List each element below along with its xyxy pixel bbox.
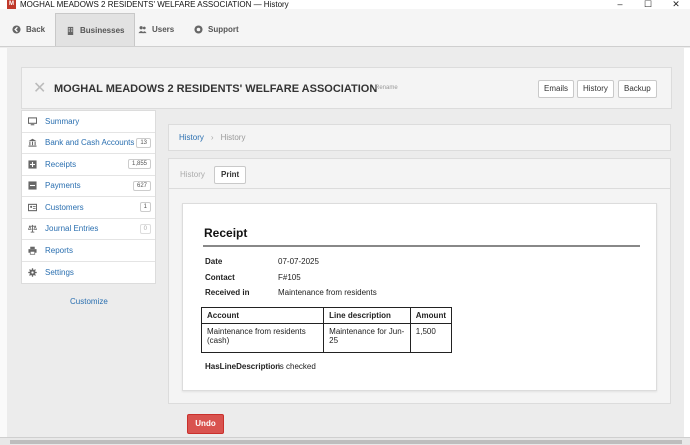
back-label: Back <box>26 25 46 34</box>
history-button[interactable]: History <box>577 80 614 98</box>
backup-button[interactable]: Backup <box>618 80 657 98</box>
sidebar-item-label: Customers <box>45 202 84 212</box>
support-label: Support <box>208 25 239 34</box>
main-toolbar: Back Businesses Users Support <box>0 9 690 47</box>
sidebar-nav: Summary Bank and Cash Accounts 13 Receip… <box>21 110 156 284</box>
app-logo-icon: M <box>7 0 16 9</box>
customize-link[interactable]: Customize <box>70 297 108 306</box>
column-header-account: Account <box>200 307 325 324</box>
cell-account: Maintenance from residents (cash) <box>200 323 325 353</box>
sidebar-item-settings[interactable]: Settings <box>22 262 155 284</box>
printer-icon <box>28 246 37 255</box>
count-badge: 0 <box>139 223 151 234</box>
horizontal-scrollbar[interactable] <box>0 437 690 445</box>
businesses-button[interactable]: Businesses <box>55 13 136 46</box>
scrollbar-thumb[interactable] <box>10 440 682 444</box>
window-controls: – ☐ ✕ <box>606 0 690 9</box>
right-edge <box>684 48 690 437</box>
count-badge: 13 <box>136 137 151 148</box>
sidebar-item-receipts[interactable]: Receipts 1,855 <box>22 154 155 176</box>
has-line-description-label: HasLineDescription <box>205 362 281 371</box>
building-icon <box>67 26 74 35</box>
receipt-card: Receipt Date 07-07-2025 Contact F#105 Re… <box>182 203 657 391</box>
sidebar-item-label: Settings <box>45 267 74 277</box>
divider <box>203 245 640 247</box>
users-label: Users <box>152 25 175 34</box>
sidebar-item-label: Reports <box>45 245 74 255</box>
emails-button[interactable]: Emails <box>538 80 575 98</box>
plus-icon <box>28 160 37 169</box>
contact-label: Contact <box>205 273 235 282</box>
sidebar-item-journal-entries[interactable]: Journal Entries 0 <box>22 219 155 240</box>
back-arrow-icon <box>12 25 21 34</box>
sidebar-item-summary[interactable]: Summary <box>22 111 155 133</box>
sidebar-item-label: Summary <box>45 116 80 126</box>
close-business-icon[interactable]: ✕ <box>33 78 46 98</box>
date-value: 07-07-2025 <box>278 257 319 266</box>
users-icon <box>138 26 147 34</box>
contact-value: F#105 <box>278 273 301 282</box>
window-titlebar: M MOGHAL MEADOWS 2 RESIDENTS' WELFARE AS… <box>0 0 690 9</box>
left-edge <box>0 48 7 437</box>
undo-button[interactable]: Undo <box>187 414 224 434</box>
minimize-button[interactable]: – <box>606 0 634 9</box>
sidebar-item-label: Bank and Cash Accounts <box>45 138 135 148</box>
sidebar-item-reports[interactable]: Reports <box>22 240 155 262</box>
breadcrumb: History › History <box>168 124 671 151</box>
back-button[interactable]: Back <box>2 13 55 46</box>
close-window-button[interactable]: ✕ <box>662 0 690 9</box>
sidebar-item-customers[interactable]: Customers 1 <box>22 197 155 219</box>
cell-line-description: Maintenance for Jun-25 <box>323 323 411 353</box>
date-label: Date <box>205 257 223 266</box>
window-title: MOGHAL MEADOWS 2 RESIDENTS' WELFARE ASSO… <box>20 0 289 9</box>
maximize-button[interactable]: ☐ <box>634 0 662 9</box>
print-button[interactable]: Print <box>214 166 247 184</box>
business-name: MOGHAL MEADOWS 2 RESIDENTS' WELFARE ASSO… <box>54 83 378 95</box>
monitor-icon <box>28 117 37 126</box>
count-badge: 627 <box>132 180 151 191</box>
customers-icon <box>28 203 37 211</box>
count-badge: 1 <box>139 202 151 213</box>
receipt-title: Receipt <box>204 226 248 240</box>
businesses-label: Businesses <box>80 25 125 35</box>
support-icon <box>194 25 203 34</box>
minus-icon <box>28 181 37 190</box>
received-in-value: Maintenance from residents <box>278 288 377 297</box>
count-badge: 1,855 <box>127 159 151 170</box>
panel-title: History <box>180 170 205 179</box>
bank-icon <box>28 138 37 147</box>
sidebar-item-label: Payments <box>45 181 81 191</box>
panel-header: History Print <box>169 159 670 189</box>
rename-link[interactable]: Rename <box>375 85 398 91</box>
cell-amount: 1,500 <box>409 323 453 353</box>
receipt-lines-table: Account Line description Amount Maintena… <box>200 307 453 353</box>
breadcrumb-separator: › <box>210 133 214 142</box>
breadcrumb-history-link[interactable]: History <box>179 133 204 142</box>
received-in-label: Received in <box>205 288 250 297</box>
sidebar-item-payments[interactable]: Payments 627 <box>22 176 155 197</box>
column-header-line-description: Line description <box>323 307 411 324</box>
column-header-amount: Amount <box>409 307 453 324</box>
support-button[interactable]: Support <box>184 13 249 46</box>
users-button[interactable]: Users <box>128 13 184 46</box>
has-line-description-value: is checked <box>278 362 316 371</box>
business-header: ✕ MOGHAL MEADOWS 2 RESIDENTS' WELFARE AS… <box>21 67 672 109</box>
table-header-row: Account Line description Amount <box>200 307 453 324</box>
sidebar-item-label: Journal Entries <box>45 224 99 234</box>
sidebar-item-label: Receipts <box>45 159 77 169</box>
breadcrumb-current: History <box>220 133 246 142</box>
scale-icon <box>28 225 37 233</box>
gear-icon <box>28 268 37 277</box>
table-row: Maintenance from residents (cash) Mainte… <box>200 323 453 353</box>
sidebar-item-bank-and-cash-accounts[interactable]: Bank and Cash Accounts 13 <box>22 133 155 154</box>
